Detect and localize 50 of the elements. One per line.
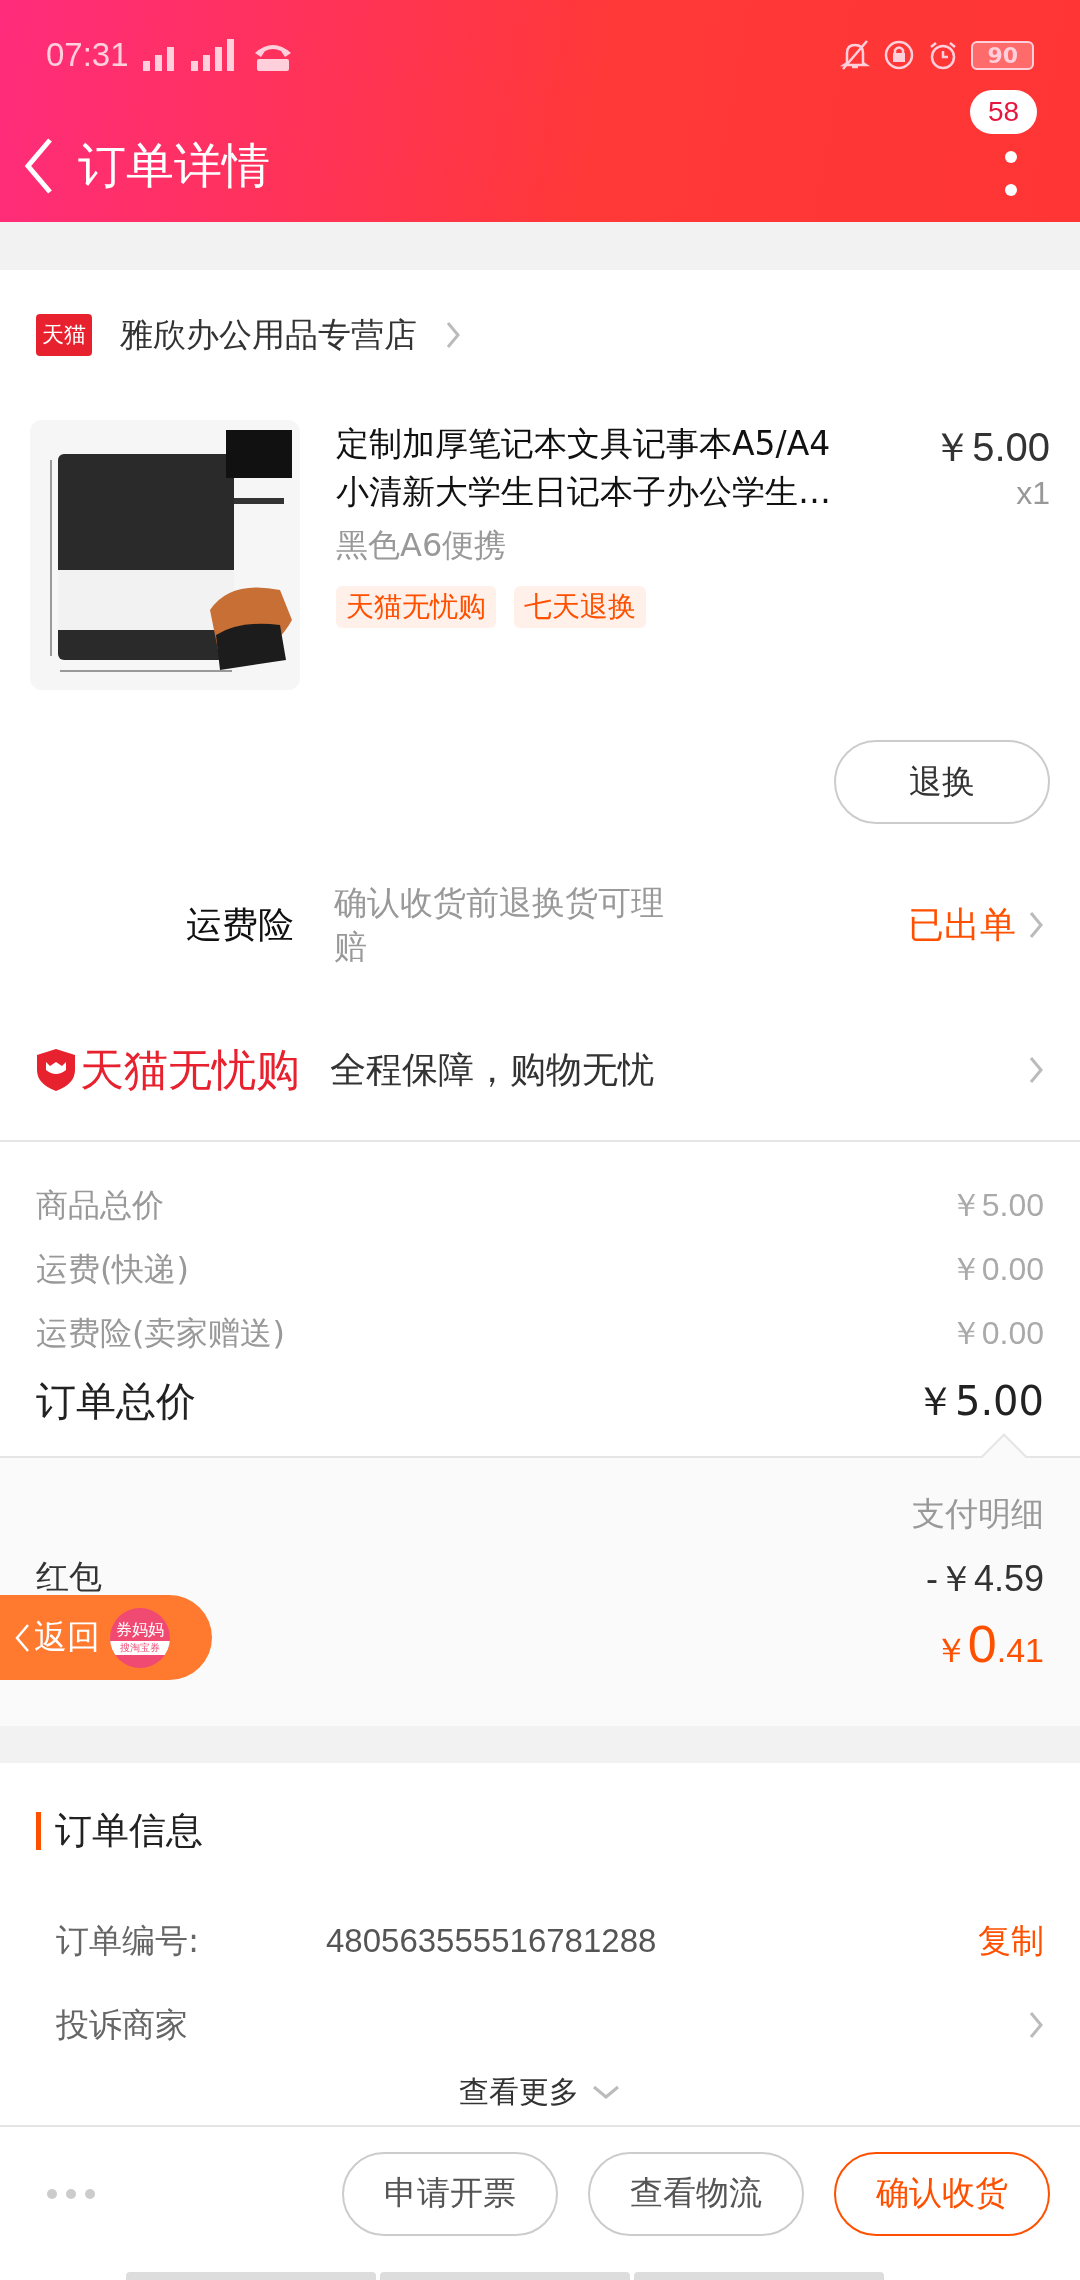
store-logo: 天猫 — [36, 314, 92, 356]
chevron-right-icon — [1028, 910, 1044, 940]
cost-value: ￥0.00 — [949, 1314, 1044, 1353]
app-logo: 券妈妈 搜淘宝券 — [110, 1607, 170, 1668]
shield-icon — [36, 1048, 76, 1092]
total-label: 订单总价 — [36, 1376, 196, 1426]
action-button[interactable]: 查看物流 — [588, 2151, 804, 2236]
insurance-description: 确认收货前退换货可理赔 — [334, 882, 665, 968]
clock-time: 07:31 — [46, 36, 129, 74]
chevron-right-icon — [1028, 2010, 1044, 2040]
lock-rotation-icon — [883, 39, 916, 71]
service-tag: 天猫无忧购 — [336, 586, 496, 628]
guarantee-text: 全程保障，购物无忧 — [330, 1047, 654, 1092]
insurance-status: 已出单 — [908, 902, 1016, 947]
product-price: ￥5.00 — [932, 424, 1050, 471]
store-row[interactable]: 天猫 雅欣办公用品专营店 — [0, 270, 1080, 400]
store-name: 雅欣办公用品专营店 — [120, 313, 417, 356]
service-tag: 七天退换 — [514, 586, 646, 628]
cost-label: 商品总价 — [36, 1185, 164, 1226]
total-value: ￥5.00 — [914, 1376, 1044, 1426]
complaint-label: 投诉商家 — [56, 2003, 189, 2046]
message-count-badge: 58 — [970, 90, 1038, 134]
guarantee-brand: 天猫无忧购 — [80, 1042, 300, 1097]
payment-value: -￥4.59 — [925, 1557, 1044, 1601]
cost-value: ￥5.00 — [949, 1186, 1044, 1225]
product-quantity: x1 — [1016, 475, 1050, 512]
chevron-right-icon — [445, 320, 461, 350]
complaint-row[interactable]: 投诉商家 — [36, 1983, 1044, 2067]
action-button[interactable]: 申请开票 — [342, 2151, 558, 2236]
return-exchange-button[interactable]: 退换 — [834, 740, 1050, 824]
insurance-label: 运费险 — [186, 902, 294, 947]
payment-label: 红包 — [36, 1556, 102, 1598]
battery-level: 90 — [971, 40, 1034, 70]
chevron-left-icon — [14, 1622, 30, 1653]
guarantee-row[interactable]: 天猫无忧购 全程保障，购物无忧 — [0, 1000, 1080, 1142]
chevron-right-icon — [1028, 1055, 1044, 1085]
cost-label: 运费(快递) — [36, 1249, 189, 1290]
insurance-row[interactable]: 运费险 确认收货前退换货可理赔 已出单 — [0, 850, 1080, 1000]
page-title: 订单详情 — [78, 136, 270, 195]
order-number: 480563555516781288 — [326, 1922, 657, 1960]
product-variant: 黑色A6便携 — [336, 525, 508, 566]
product-title[interactable]: 定制加厚笔记本文具记事本A5/A4 小清新大学生日记本子办公学生… — [336, 420, 933, 516]
paid-amount: ￥0.41 — [933, 1614, 1044, 1674]
cost-label: 运费险(卖家赠送) — [36, 1313, 285, 1354]
view-more-link[interactable]: 查看更多 — [459, 2071, 579, 2113]
cost-value: ￥0.00 — [949, 1250, 1044, 1289]
chevron-down-icon — [591, 2084, 621, 2100]
section-title: 订单信息 — [55, 1808, 203, 1854]
order-number-label: 订单编号: — [56, 1919, 201, 1962]
bell-off-icon — [839, 39, 872, 71]
